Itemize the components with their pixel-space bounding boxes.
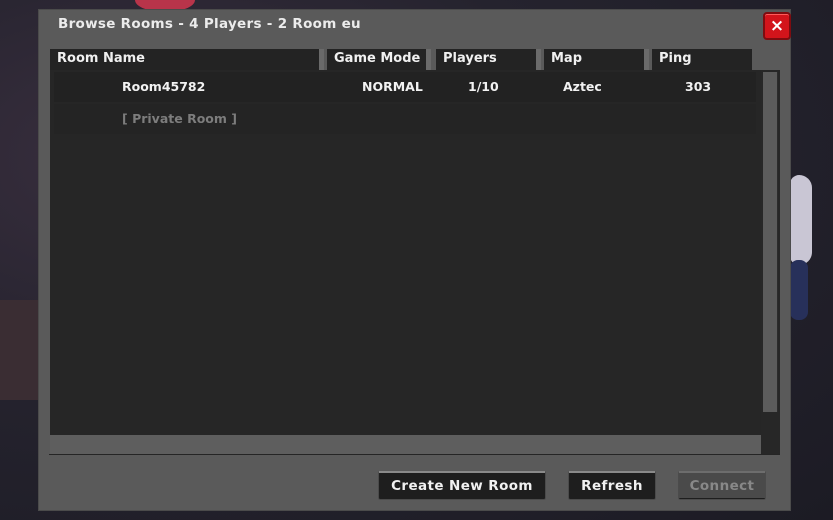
- room-name: [ Private Room ]: [122, 111, 237, 126]
- close-button[interactable]: ×: [763, 12, 791, 40]
- room-map: Aztec: [563, 79, 602, 94]
- refresh-button[interactable]: Refresh: [569, 471, 655, 498]
- close-icon: ×: [769, 16, 785, 36]
- divider: [49, 454, 780, 455]
- room-row[interactable]: Room45782 NORMAL 1/10 Aztec 303: [54, 72, 756, 102]
- room-ping: 303: [685, 79, 712, 94]
- vertical-scrollbar[interactable]: [761, 70, 780, 455]
- column-resize-handle[interactable]: [319, 49, 324, 71]
- column-header-ping[interactable]: Ping: [652, 49, 752, 70]
- dialog-title: Browse Rooms - 4 Players - 2 Room eu: [58, 16, 361, 32]
- room-list: Room45782 NORMAL 1/10 Aztec 303 [ Privat…: [50, 70, 761, 435]
- scrollbar-thumb[interactable]: [763, 72, 778, 412]
- column-header-room-name[interactable]: Room Name: [50, 49, 319, 70]
- browse-rooms-dialog: Browse Rooms - 4 Players - 2 Room eu × R…: [39, 10, 791, 510]
- room-name: Room45782: [122, 79, 206, 94]
- horizontal-scrollbar[interactable]: [50, 435, 761, 454]
- column-header-game-mode[interactable]: Game Mode: [327, 49, 426, 70]
- column-header-map[interactable]: Map: [544, 49, 644, 70]
- room-players: 1/10: [468, 79, 499, 94]
- create-new-room-button[interactable]: Create New Room: [379, 471, 545, 498]
- background-character-glove: [790, 175, 812, 265]
- background-decoration: [0, 300, 38, 400]
- column-header-players[interactable]: Players: [436, 49, 536, 70]
- column-resize-handle[interactable]: [536, 49, 541, 71]
- room-game-mode: NORMAL: [362, 79, 423, 94]
- background-character-body: [790, 260, 808, 320]
- connect-button[interactable]: Connect: [679, 471, 765, 498]
- room-row-private[interactable]: [ Private Room ]: [54, 104, 756, 134]
- column-resize-handle[interactable]: [426, 49, 431, 71]
- column-resize-handle[interactable]: [644, 49, 649, 71]
